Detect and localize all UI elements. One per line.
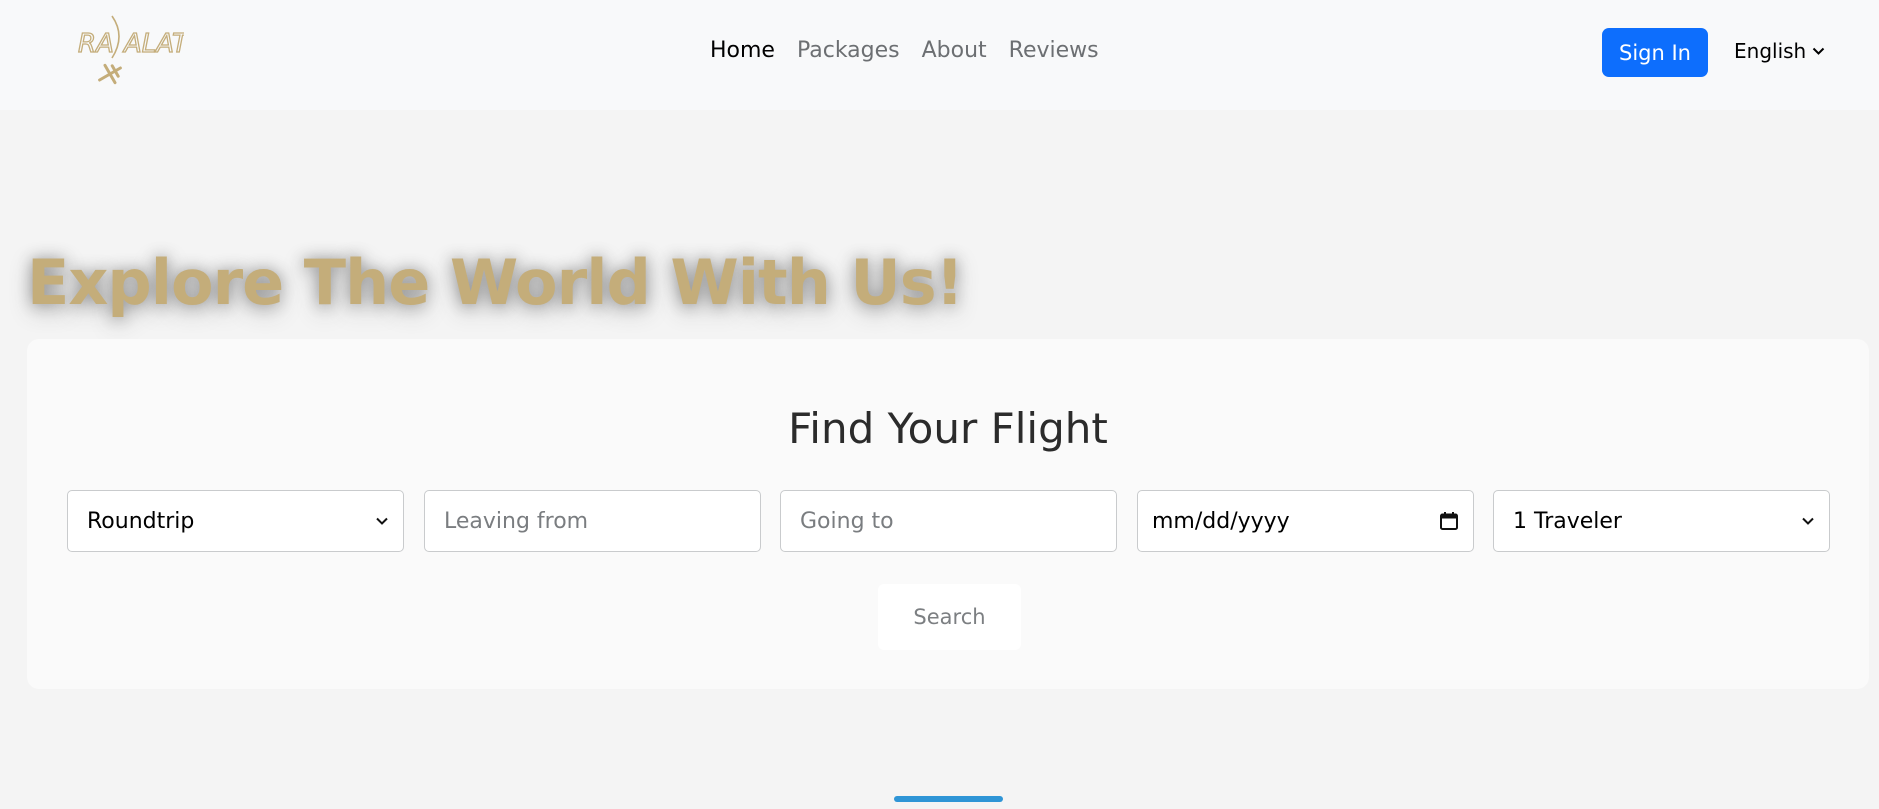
- chevron-down-icon: [376, 517, 388, 525]
- going-to-input[interactable]: Going to: [780, 490, 1117, 552]
- sign-in-button[interactable]: Sign In: [1602, 28, 1708, 77]
- search-button[interactable]: Search: [878, 584, 1021, 650]
- flight-search-card: Find Your Flight Roundtrip Leaving from …: [27, 339, 1869, 689]
- leaving-from-input[interactable]: Leaving from: [424, 490, 761, 552]
- trip-type-select[interactable]: Roundtrip: [67, 490, 404, 552]
- trip-type-value: Roundtrip: [87, 508, 195, 534]
- leaving-from-placeholder: Leaving from: [444, 508, 589, 534]
- travelers-value: 1 Traveler: [1513, 508, 1622, 534]
- top-navbar: RA ALAT Home Packages About Reviews Sign…: [0, 0, 1879, 110]
- scroll-indicator: [894, 796, 1003, 802]
- nav-link-home[interactable]: Home: [710, 36, 775, 66]
- brand-logo[interactable]: RA ALAT: [74, 12, 184, 96]
- calendar-icon[interactable]: [1439, 511, 1459, 531]
- hero-title: Explore The World With Us!: [27, 246, 964, 319]
- svg-text:ALAT: ALAT: [122, 29, 184, 59]
- chevron-down-icon: [1813, 47, 1825, 55]
- nav-link-reviews[interactable]: Reviews: [1009, 36, 1099, 66]
- nav-link-about[interactable]: About: [922, 36, 987, 66]
- language-selector[interactable]: English: [1734, 36, 1825, 66]
- departure-date-input[interactable]: mm/dd/yyyy: [1137, 490, 1474, 552]
- date-placeholder: mm/dd/yyyy: [1152, 508, 1290, 534]
- chevron-down-icon: [1802, 517, 1814, 525]
- language-label: English: [1734, 39, 1807, 63]
- travelers-select[interactable]: 1 Traveler: [1493, 490, 1830, 552]
- svg-text:RA: RA: [78, 29, 114, 59]
- plane-icon: [98, 63, 122, 85]
- nav-link-packages[interactable]: Packages: [797, 36, 900, 66]
- going-to-placeholder: Going to: [800, 508, 894, 534]
- logo-mark: RA ALAT: [77, 15, 184, 85]
- main-nav: Home Packages About Reviews: [710, 36, 1121, 66]
- search-card-title: Find Your Flight: [788, 404, 1108, 453]
